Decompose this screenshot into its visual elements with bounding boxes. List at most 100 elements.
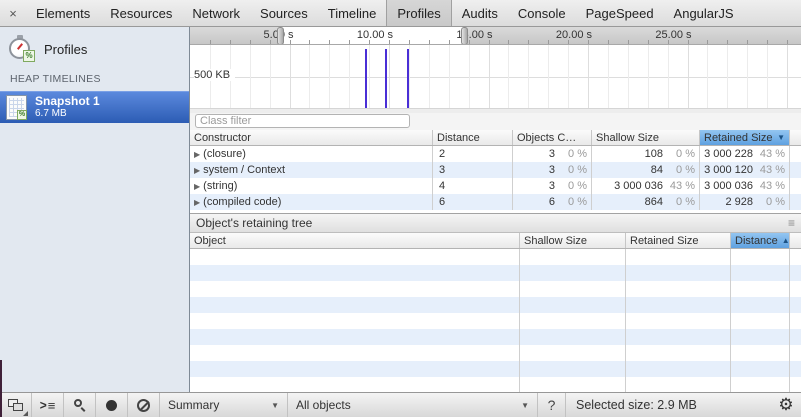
snapshot-event-marker[interactable] bbox=[385, 49, 387, 108]
column-header-tree-distance[interactable]: Distance ▲ bbox=[731, 233, 790, 248]
window-edge-decoration bbox=[0, 360, 2, 417]
chart-gridline bbox=[309, 45, 310, 108]
perspective-select[interactable]: Summary ▼ bbox=[160, 393, 288, 417]
section-grip-icon[interactable]: ≡ bbox=[788, 216, 795, 230]
ruler-tick bbox=[707, 40, 708, 44]
ruler-tick bbox=[767, 40, 768, 44]
toggle-console-button[interactable]: >≡ bbox=[32, 393, 64, 417]
close-devtools-button[interactable]: × bbox=[0, 0, 26, 26]
column-header-tree-shallow-size[interactable]: Shallow Size bbox=[520, 233, 626, 248]
main-area: % Profiles HEAP TIMELINES % Snapshot 1 6… bbox=[0, 27, 801, 392]
overview-ruler[interactable]: 5.00 s10.00 s15.00 s20.00 s25.00 s bbox=[190, 27, 801, 45]
console-drawer-icon: >≡ bbox=[40, 398, 56, 413]
heap-overview-chart[interactable]: 500 KB bbox=[190, 45, 801, 108]
ruler-tick bbox=[608, 40, 609, 44]
tab-profiles[interactable]: Profiles bbox=[386, 0, 451, 26]
objects-filter-select[interactable]: All objects ▼ bbox=[288, 393, 538, 417]
settings-gear-button[interactable]: ⚙ bbox=[771, 393, 801, 417]
chart-gridline bbox=[250, 45, 251, 108]
disclosure-triangle-icon[interactable]: ▶ bbox=[194, 150, 200, 159]
column-header-distance[interactable]: Distance bbox=[433, 130, 513, 145]
column-header-filler bbox=[790, 233, 801, 248]
snapshot-event-marker[interactable] bbox=[365, 49, 367, 108]
tab-audits[interactable]: Audits bbox=[452, 0, 508, 26]
heap-snapshot-view: 5.00 s10.00 s15.00 s20.00 s25.00 s 500 K… bbox=[190, 27, 801, 392]
constructor-name: (closure) bbox=[203, 148, 246, 160]
ruler-tick bbox=[548, 40, 549, 44]
disclosure-triangle-icon[interactable]: ▶ bbox=[194, 182, 200, 191]
chart-gridline bbox=[349, 45, 350, 108]
selection-right-handle[interactable] bbox=[461, 27, 468, 45]
chart-gridline bbox=[747, 45, 748, 108]
search-button[interactable] bbox=[64, 393, 96, 417]
snapshot-size: 6.7 MB bbox=[35, 108, 100, 120]
tab-resources[interactable]: Resources bbox=[100, 0, 182, 26]
snapshot-event-marker[interactable] bbox=[407, 49, 409, 108]
ruler-tick bbox=[449, 40, 450, 44]
filter-toolbar bbox=[190, 113, 801, 130]
retaining-tree-body[interactable] bbox=[190, 249, 801, 392]
ruler-tick bbox=[528, 40, 529, 44]
disclosure-triangle-icon[interactable]: ▶ bbox=[194, 166, 200, 175]
tab-elements[interactable]: Elements bbox=[26, 0, 100, 26]
column-divider bbox=[625, 249, 626, 392]
tab-network[interactable]: Network bbox=[182, 0, 250, 26]
shallow-size-percent: 0 % bbox=[663, 164, 699, 176]
class-filter-input[interactable] bbox=[195, 114, 410, 128]
ruler-tick bbox=[508, 40, 509, 44]
constructor-row[interactable]: ▶system / Context330 %840 %3 000 12043 % bbox=[190, 162, 801, 178]
heap-timelines-section-label: HEAP TIMELINES bbox=[0, 69, 189, 91]
retained-size-value: 3 000 036 bbox=[704, 180, 753, 192]
ruler-tick bbox=[250, 40, 251, 44]
sort-descending-icon: ▼ bbox=[773, 133, 785, 142]
memory-gridline-label: 500 KB bbox=[194, 69, 235, 81]
record-icon bbox=[106, 400, 117, 411]
chart-gridline bbox=[628, 45, 629, 108]
tab-sources[interactable]: Sources bbox=[250, 0, 318, 26]
chart-gridline bbox=[608, 45, 609, 108]
column-header-tree-retained-size[interactable]: Retained Size bbox=[626, 233, 731, 248]
row-filler bbox=[790, 162, 801, 178]
constructor-row[interactable]: ▶(compiled code)660 %8640 %2 9280 % bbox=[190, 194, 801, 210]
help-button[interactable]: ? bbox=[538, 393, 566, 417]
chevron-down-icon: ▼ bbox=[513, 401, 529, 410]
chart-gridline bbox=[727, 45, 728, 108]
tab-timeline[interactable]: Timeline bbox=[318, 0, 387, 26]
distance-value: 6 bbox=[433, 194, 513, 210]
tab-console[interactable]: Console bbox=[508, 0, 576, 26]
column-header-shallow-size[interactable]: Shallow Size bbox=[592, 130, 700, 145]
record-heap-snapshot-button[interactable] bbox=[96, 393, 128, 417]
objects-count-percent: 0 % bbox=[555, 196, 591, 208]
dock-side-button[interactable] bbox=[0, 393, 32, 417]
ruler-tick bbox=[648, 40, 649, 44]
disclosure-triangle-icon[interactable]: ▶ bbox=[194, 198, 200, 207]
chevron-down-icon: ▼ bbox=[263, 401, 279, 410]
column-header-retained-size[interactable]: Retained Size ▼ bbox=[700, 130, 790, 145]
ruler-tick bbox=[429, 40, 430, 44]
profiles-title: Profiles bbox=[44, 42, 87, 57]
retained-size-value: 2 928 bbox=[725, 196, 753, 208]
chart-gridline bbox=[389, 45, 390, 108]
selection-left-handle[interactable] bbox=[277, 27, 284, 45]
chart-gridline bbox=[270, 45, 271, 108]
sidebar-item-snapshot-1[interactable]: % Snapshot 1 6.7 MB bbox=[0, 91, 189, 123]
constructor-row[interactable]: ▶(closure)230 %1080 %3 000 22843 % bbox=[190, 146, 801, 162]
column-header-constructor[interactable]: Constructor bbox=[190, 130, 433, 145]
chart-gridline bbox=[329, 45, 330, 108]
shallow-size-percent: 0 % bbox=[663, 196, 699, 208]
clear-profiles-button[interactable] bbox=[128, 393, 160, 417]
shallow-size-value: 864 bbox=[645, 196, 663, 208]
profiles-header: % Profiles bbox=[0, 27, 189, 69]
constructor-name: (compiled code) bbox=[203, 196, 281, 208]
tab-angularjs[interactable]: AngularJS bbox=[664, 0, 744, 26]
column-header-objects-count[interactable]: Objects C… bbox=[513, 130, 592, 145]
search-icon bbox=[73, 398, 87, 412]
clear-icon bbox=[137, 399, 150, 412]
bottom-statusbar: >≡ Summary ▼ All objects ▼ ? Selected si… bbox=[0, 392, 801, 417]
tab-pagespeed[interactable]: PageSpeed bbox=[576, 0, 664, 26]
column-header-object[interactable]: Object bbox=[190, 233, 520, 248]
perspective-select-value: Summary bbox=[168, 398, 219, 412]
chart-gridline bbox=[489, 45, 490, 108]
constructor-row[interactable]: ▶(string)430 %3 000 03643 %3 000 03643 % bbox=[190, 178, 801, 194]
constructor-table-body: ▶(closure)230 %1080 %3 000 22843 %▶syste… bbox=[190, 146, 801, 213]
